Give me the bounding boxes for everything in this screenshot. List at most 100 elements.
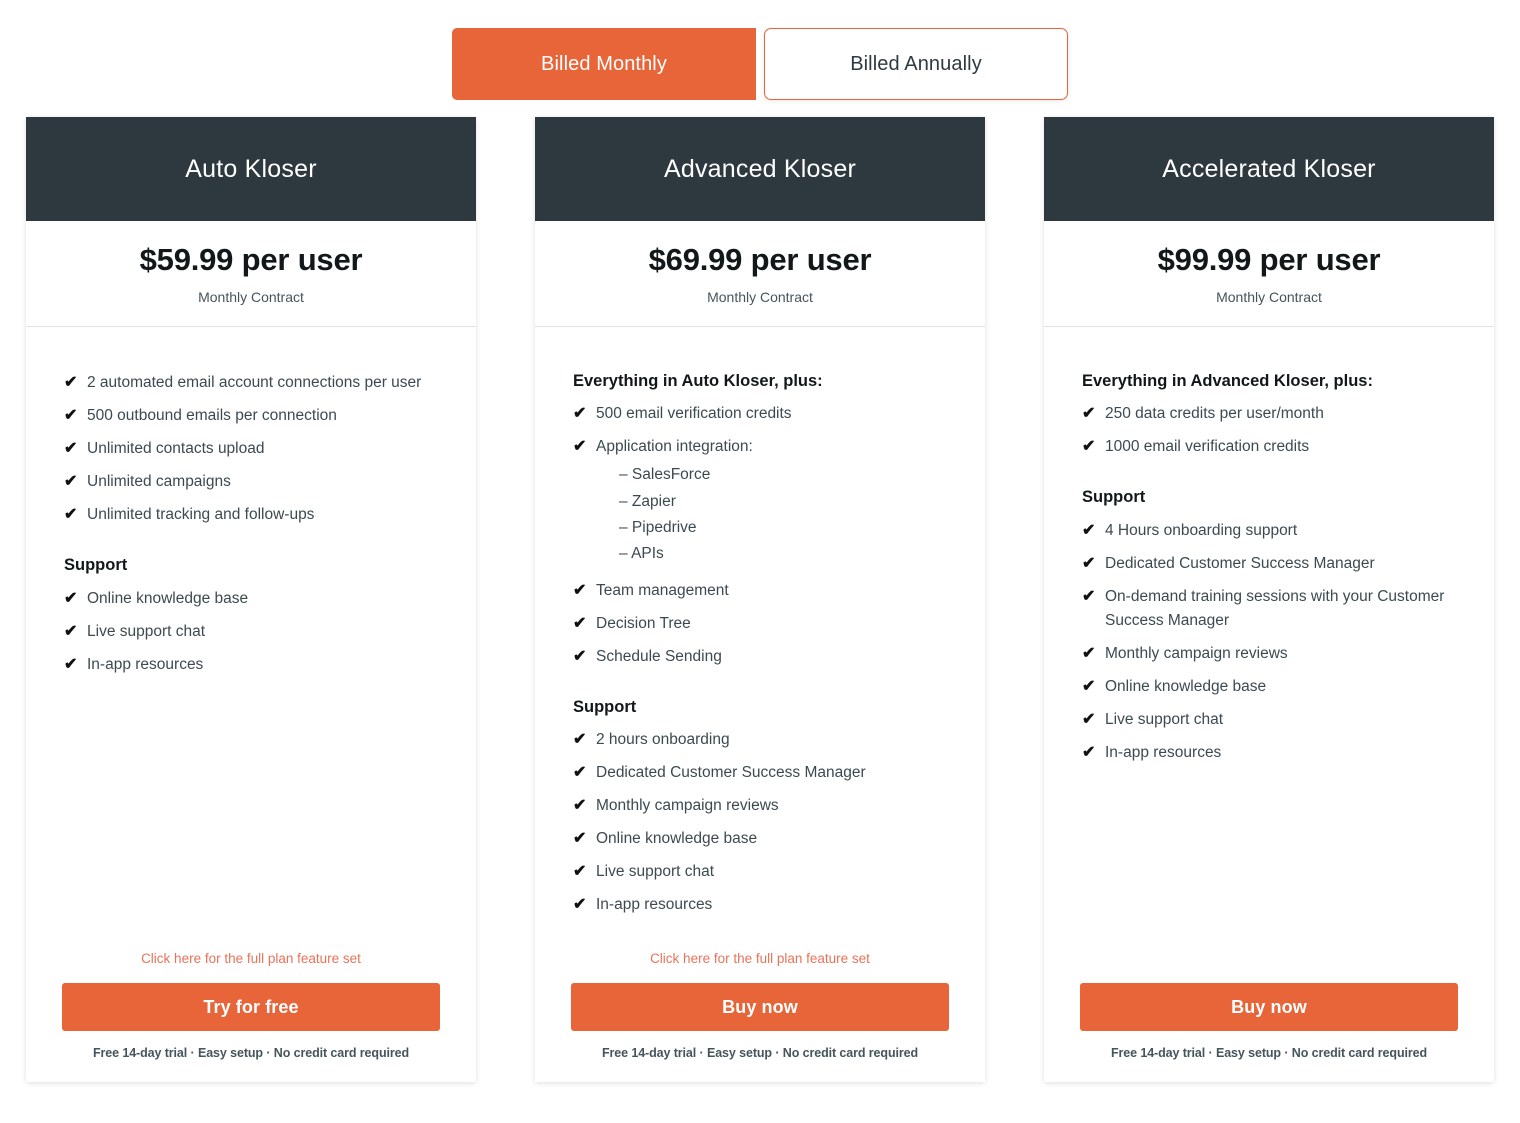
feature-label: Decision Tree [596,614,691,632]
feature-label: In-app resources [87,655,204,673]
feature-text-wrapper: 1000 email verification credits [1105,435,1456,459]
check-icon: ✔ [64,655,78,673]
feature-text-wrapper: 2 automated email account connections pe… [87,371,438,395]
feature-list-item: ✔ Application integration: – SalesForce – Z… [573,435,947,569]
check-icon: ✔ [1082,438,1096,456]
feature-label: 2 automated email account connections pe… [87,374,422,391]
feature-label: Online knowledge base [596,830,758,848]
check-icon: ✔ [1082,521,1096,539]
check-icon: ✔ [1082,644,1096,662]
feature-list: ✔ 250 data credits per user/month ✔ 1000 em… [1082,402,1456,459]
feature-text-wrapper: Application integration: – SalesForce – Za… [596,435,947,569]
check-icon: ✔ [573,797,587,815]
feature-text-wrapper: 500 email verification credits [596,402,947,426]
plan-price: $69.99 per user [648,242,872,277]
price-block: $99.99 per user Monthly Contract [1044,221,1494,327]
full-feature-set-link[interactable]: Click here for the full plan feature set [62,951,440,969]
check-icon: ✔ [573,647,587,665]
plan-cta-button[interactable]: Try for free [62,983,440,1031]
feature-label: 4 Hours onboarding support [1105,521,1298,539]
features-section: Everything in Auto Kloser, plus: ✔ 500 ema… [535,327,985,951]
feature-text-wrapper: Online knowledge base [87,587,438,611]
feature-label: Team management [596,581,729,599]
feature-list-item: ✔ Team management [573,579,947,603]
feature-list: ✔ 2 automated email account connections p… [64,371,438,527]
check-icon: ✔ [1082,587,1096,605]
full-feature-set-link[interactable]: Click here for the full plan feature set [571,951,949,969]
feature-text-wrapper: Unlimited tracking and follow-ups [87,503,438,527]
billing-toggle-monthly[interactable]: Billed Monthly [452,28,756,100]
feature-label: 2 hours onboarding [596,731,730,749]
support-heading: Support [573,697,637,716]
plan-price: $59.99 per user [139,242,363,277]
check-icon: ✔ [64,589,78,607]
feature-list-item: ✔ Dedicated Customer Success Manager [573,761,947,785]
feature-list-item: ✔ Online knowledge base [1082,675,1456,699]
check-icon: ✔ [573,405,587,423]
feature-list: ✔ 500 email verification credits ✔ Applicat… [573,402,947,668]
feature-text-wrapper: Monthly campaign reviews [1105,642,1456,666]
features-section: Everything in Advanced Kloser, plus: ✔ 250… [1044,327,1494,951]
feature-text-wrapper: Online knowledge base [1105,675,1456,699]
pricing-card: Accelerated Kloser $99.99 per user Monthly… [1044,117,1494,1082]
feature-text-wrapper: Team management [596,579,947,603]
feature-text-wrapper: Live support chat [1105,708,1456,732]
check-icon: ✔ [64,374,78,391]
feature-list-item: ✔ Live support chat [573,860,947,884]
feature-label: Monthly campaign reviews [1105,644,1288,662]
feature-list-item: ✔ Online knowledge base [64,587,438,611]
check-icon: ✔ [1082,711,1096,728]
billing-period-toggle: Billed Monthly Billed Annually [0,0,1520,100]
cta-note: Free 14-day trial · Easy setup · No cred… [1110,1046,1428,1060]
feature-label: Live support chat [596,863,715,881]
features-intro-heading: Everything in Advanced Kloser, plus: [1082,372,1373,390]
check-icon: ✔ [573,863,587,881]
feature-text-wrapper: 4 Hours onboarding support [1105,519,1456,543]
check-icon: ✔ [1082,744,1096,762]
plan-term: Monthly Contract [1216,289,1322,305]
feature-label: 250 data credits per user/month [1105,405,1324,423]
billing-toggle-annually[interactable]: Billed Annually [764,28,1068,100]
support-list: ✔ 4 Hours onboarding support ✔ Dedicated Cu… [1082,519,1456,765]
support-list: ✔ 2 hours onboarding ✔ Dedicated Customer S… [573,728,947,917]
plan-cta-button[interactable]: Buy now [571,983,949,1031]
feature-label: On-demand training sessions with your Cu… [1105,587,1445,629]
plan-term: Monthly Contract [707,289,813,305]
plan-name: Advanced Kloser [663,154,856,183]
card-footer: Click here for the full plan feature set… [535,951,985,1082]
check-icon: ✔ [573,438,587,456]
card-footer: Buy now Free 14-day trial · Easy setup · … [1044,951,1494,1082]
feature-label: Unlimited tracking and follow-ups [87,506,315,524]
feature-list-item: ✔ 2 automated email account connections p… [64,371,438,395]
feature-label: 1000 email verification credits [1105,438,1310,456]
feature-text-wrapper: Online knowledge base [596,827,947,851]
feature-list-item: ✔ 2 hours onboarding [573,728,947,752]
feature-label: Online knowledge base [1105,677,1267,695]
feature-text-wrapper: Live support chat [87,620,438,644]
pricing-card: Auto Kloser $59.99 per user Monthly Contra… [26,117,476,1082]
feature-text-wrapper: On-demand training sessions with your Cu… [1105,585,1456,633]
feature-text-wrapper: In-app resources [596,893,947,917]
feature-list-item: ✔ Online knowledge base [573,827,947,851]
feature-list-item: ✔ Live support chat [1082,708,1456,732]
feature-text-wrapper: Unlimited campaigns [87,470,438,494]
feature-list-item: ✔ Unlimited contacts upload [64,437,438,461]
plan-cta-button[interactable]: Buy now [1080,983,1458,1031]
feature-text-wrapper: 500 outbound emails per connection [87,404,438,428]
check-icon: ✔ [1082,554,1096,572]
plan-term: Monthly Contract [198,289,304,305]
card-header: Accelerated Kloser [1044,117,1494,221]
feature-label: Live support chat [87,622,206,640]
feature-list-item: ✔ In-app resources [573,893,947,917]
support-list: ✔ Online knowledge base ✔ Live support chat… [64,587,438,677]
feature-text-wrapper: Dedicated Customer Success Manager [596,761,947,785]
plan-price: $99.99 per user [1157,242,1381,277]
feature-list-item: ✔ 4 Hours onboarding support [1082,519,1456,543]
check-icon: ✔ [573,581,587,599]
feature-sub-item: – Pipedrive [619,518,697,536]
feature-sub-item: – APIs [619,544,664,562]
pricing-cards-row: Auto Kloser $59.99 per user Monthly Contra… [0,100,1520,1082]
check-icon: ✔ [573,614,587,632]
feature-text-wrapper: Decision Tree [596,612,947,636]
feature-label: Dedicated Customer Success Manager [596,764,866,782]
